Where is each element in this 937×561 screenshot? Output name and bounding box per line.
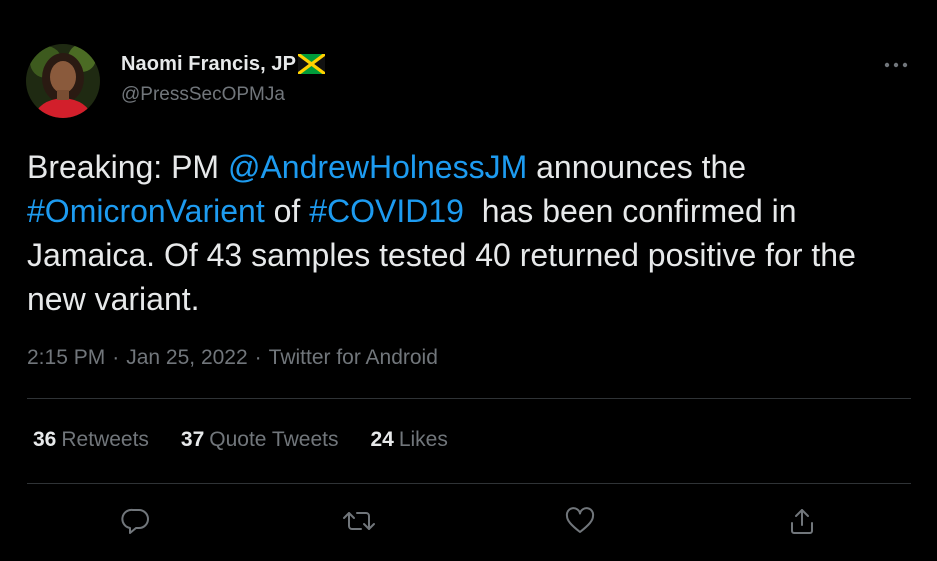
tweet-container: Naomi Francis, JP @PressSecOPMJa Breakin… — [0, 0, 937, 561]
action-bar — [0, 503, 937, 539]
meta-separator: · — [254, 346, 262, 369]
reply-button[interactable] — [118, 503, 154, 539]
tweet-time[interactable]: 2:15 PM — [27, 346, 105, 370]
like-button[interactable] — [562, 503, 598, 539]
quote-tweets-label: Quote Tweets — [209, 428, 339, 451]
retweets-label: Retweets — [61, 428, 149, 451]
tweet-text-part: Breaking: PM — [27, 149, 228, 185]
quote-tweets-count: 37 — [180, 428, 205, 451]
more-icon[interactable] — [882, 58, 910, 72]
divider — [27, 483, 911, 484]
likes-count: 24 — [370, 428, 394, 451]
likes-stat[interactable]: 24 Likes — [370, 428, 447, 452]
tweet-text: Breaking: PM @AndrewHolnessJM announces … — [27, 145, 917, 321]
meta-separator: · — [112, 346, 120, 369]
heart-icon — [565, 507, 595, 533]
display-name[interactable]: Naomi Francis, JP — [121, 53, 296, 76]
avatar[interactable] — [26, 44, 100, 118]
tweet-text-part: of — [264, 193, 310, 229]
tweet-meta: 2:15 PM · Jan 25, 2022 · Twitter for And… — [27, 346, 438, 370]
tweet-stats: 36 Retweets 37 Quote Tweets 24 Likes — [33, 428, 448, 452]
mention-link[interactable]: @AndrewHolnessJM — [228, 149, 527, 185]
quote-tweets-stat[interactable]: 37 Quote Tweets — [181, 428, 339, 452]
hashtag-link-omicron[interactable]: #OmicronVarient — [27, 193, 265, 229]
retweets-stat[interactable]: 36 Retweets — [33, 428, 149, 452]
tweet-text-part: announces the — [527, 149, 755, 185]
reply-icon — [121, 508, 149, 534]
tweet-source[interactable]: Twitter for Android — [269, 346, 438, 370]
likes-label: Likes — [398, 428, 448, 451]
share-icon — [791, 509, 813, 534]
hashtag-link-covid19[interactable]: #COVID19 — [309, 193, 464, 229]
author-handle[interactable]: @PressSecOPMJa — [121, 84, 285, 106]
retweet-button[interactable] — [341, 503, 377, 539]
retweet-icon — [343, 512, 375, 530]
share-button[interactable] — [784, 503, 820, 539]
tweet-date[interactable]: Jan 25, 2022 — [126, 346, 247, 370]
divider — [27, 398, 911, 399]
jamaica-flag-icon — [297, 52, 327, 76]
author-name-row[interactable]: Naomi Francis, JP — [121, 52, 327, 76]
retweets-count: 36 — [33, 428, 57, 451]
